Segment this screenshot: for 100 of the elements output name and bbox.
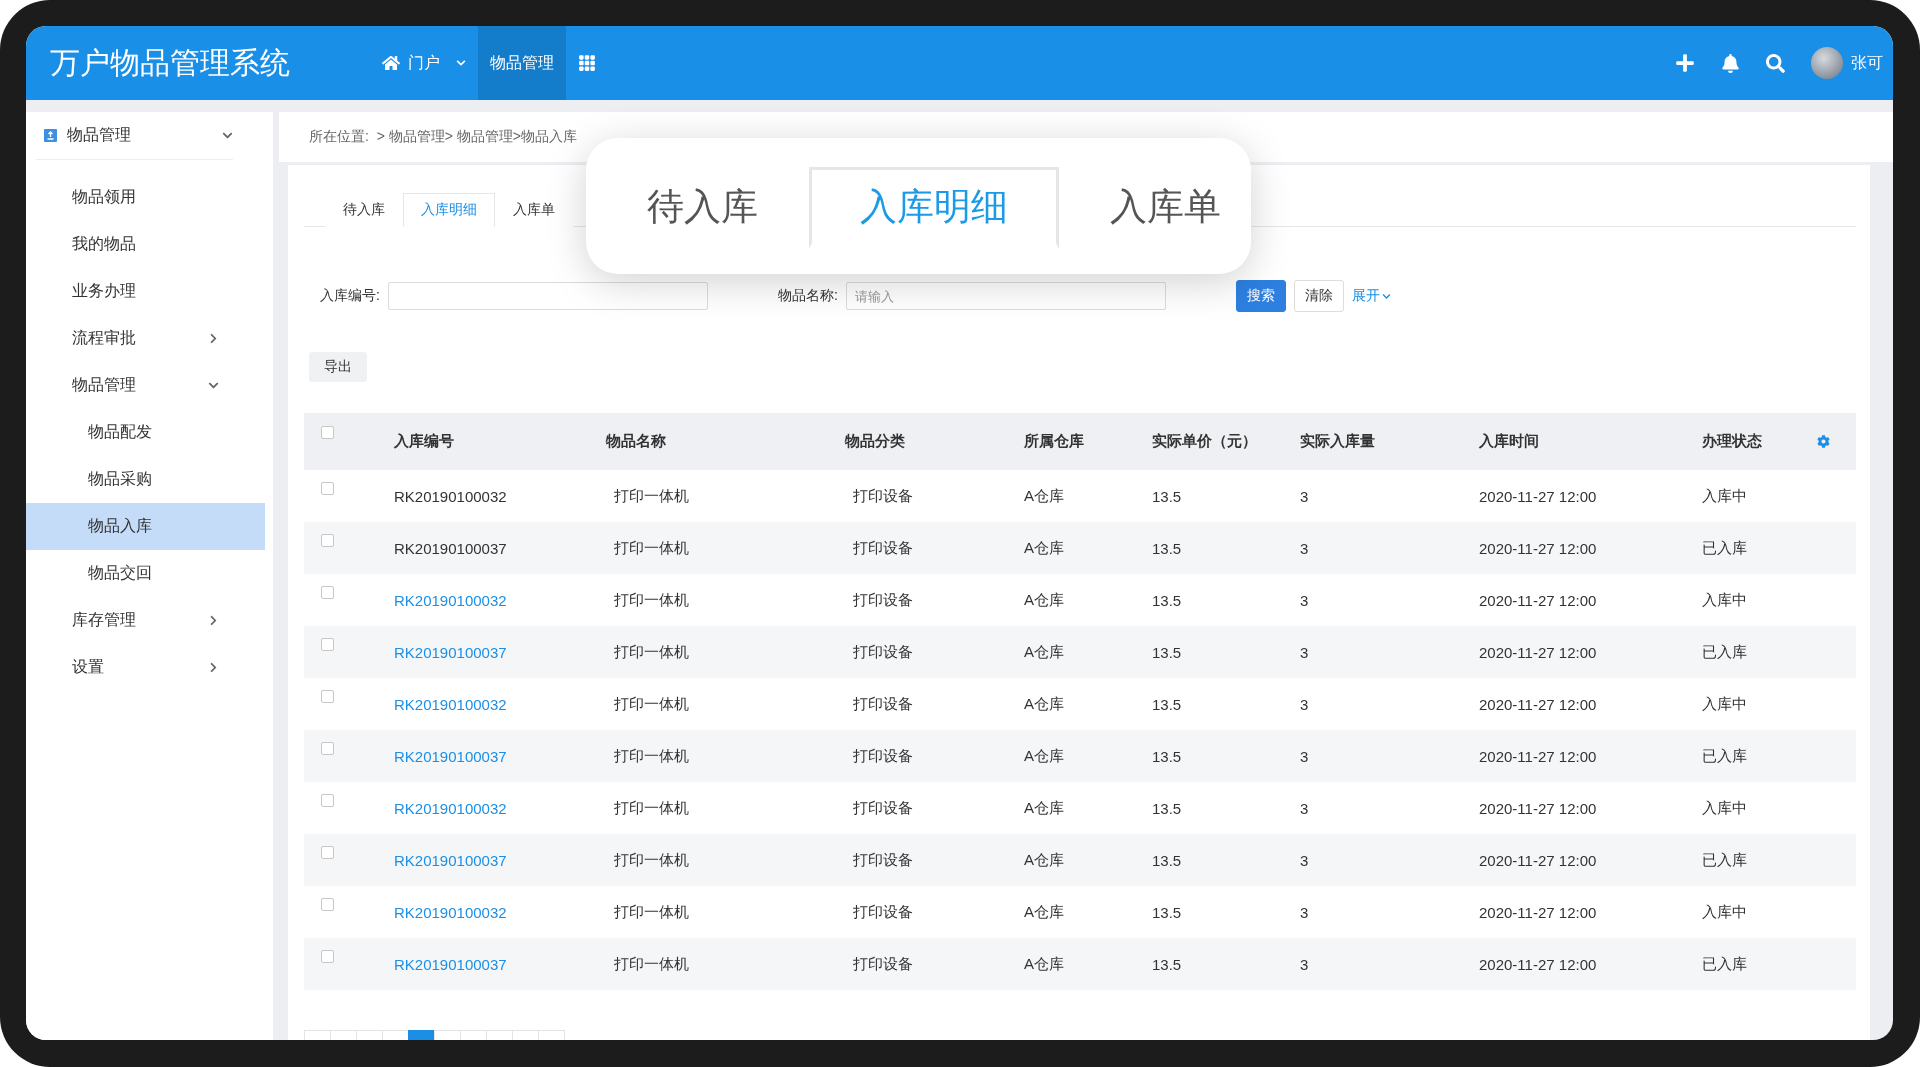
- table-cell-text: A仓库: [1024, 538, 1065, 558]
- record-link[interactable]: RK20190100032: [394, 903, 606, 921]
- table-cell-text: A仓库: [1024, 694, 1065, 714]
- table-cell-text: 已入库: [1702, 850, 1748, 870]
- search-button[interactable]: 搜索: [1235, 280, 1286, 312]
- column-header: 入库编号: [394, 432, 455, 451]
- sidebar-item[interactable]: 物品管理: [26, 362, 265, 409]
- sidebar-item[interactable]: 设置: [26, 644, 265, 691]
- table-cell-text: 已入库: [1702, 538, 1748, 558]
- sidebar-item[interactable]: 我的物品: [26, 221, 265, 268]
- search-icon[interactable]: [1766, 53, 1785, 73]
- record-link[interactable]: RK20190100032: [394, 591, 606, 609]
- table-cell-text: 已入库: [1702, 746, 1748, 766]
- input-field[interactable]: [387, 282, 708, 310]
- column-header: 所属仓库: [1024, 432, 1085, 451]
- input-field[interactable]: 请输入: [845, 282, 1166, 310]
- sidebar-item[interactable]: 库存管理: [26, 597, 265, 644]
- table-cell-text: A仓库: [1024, 642, 1065, 662]
- checkbox[interactable]: [321, 846, 334, 859]
- module-icon: [44, 129, 57, 142]
- table-cell-text: 2020-11-27 12:00: [1479, 955, 1598, 973]
- bell-icon[interactable]: [1721, 53, 1740, 73]
- table-cell-text: 打印设备: [852, 590, 914, 610]
- sidebar-item[interactable]: 物品交回: [26, 550, 265, 597]
- table-cell-text: 打印设备: [852, 902, 914, 922]
- checkbox[interactable]: [321, 586, 334, 599]
- table-cell-text: 13.5: [1152, 747, 1183, 765]
- table-cell-text: 打印一体机: [613, 538, 690, 558]
- table-cell-text: 13.5: [1152, 539, 1183, 557]
- table-cell-text: RK20190100032: [394, 487, 508, 505]
- field-label: 物品名称:: [777, 287, 838, 305]
- home-icon: [382, 54, 400, 72]
- table-cell-text: 3: [1300, 643, 1310, 661]
- table-cell-text: 2020-11-27 12:00: [1479, 799, 1598, 817]
- table-cell-text: 2020-11-27 12:00: [1479, 747, 1598, 765]
- clear-button[interactable]: 清除: [1293, 280, 1344, 312]
- tab[interactable]: 入库单: [1059, 167, 1251, 249]
- table-cell-text: A仓库: [1024, 590, 1065, 610]
- tab[interactable]: 入库明细: [403, 193, 495, 227]
- table-cell-text: 13.5: [1152, 643, 1183, 661]
- nav-item[interactable]: 物品管理: [478, 26, 566, 100]
- checkbox[interactable]: [321, 534, 334, 547]
- export-button[interactable]: 导出: [309, 352, 367, 382]
- table-cell-text: 13.5: [1152, 591, 1183, 609]
- column-header: 物品分类: [845, 432, 906, 451]
- sidebar-item[interactable]: 物品配发: [26, 409, 265, 456]
- checkbox[interactable]: [321, 898, 334, 911]
- table-cell-text: 2020-11-27 12:00: [1479, 591, 1598, 609]
- table-cell-text: 13.5: [1152, 799, 1183, 817]
- checkbox[interactable]: [321, 426, 334, 439]
- table-cell-text: 打印设备: [852, 642, 914, 662]
- column-header: 物品名称: [606, 432, 667, 451]
- module-selector[interactable]: 物品管理: [36, 112, 233, 160]
- table-cell-text: 打印一体机: [613, 902, 690, 922]
- checkbox[interactable]: [321, 638, 334, 651]
- table-cell-text: 打印设备: [852, 694, 914, 714]
- sidebar-item[interactable]: 物品入库: [26, 503, 265, 550]
- sidebar-item[interactable]: 物品领用: [26, 174, 265, 221]
- table-cell-text: A仓库: [1024, 954, 1065, 974]
- table-cell-text: 2020-11-27 12:00: [1479, 539, 1598, 557]
- checkbox[interactable]: [321, 690, 334, 703]
- avatar[interactable]: [1811, 47, 1843, 79]
- sidebar-item[interactable]: 流程审批: [26, 315, 265, 362]
- column-header: 实际入库量: [1300, 432, 1376, 451]
- record-link[interactable]: RK20190100032: [394, 695, 606, 713]
- table-cell-text: 打印设备: [852, 798, 914, 818]
- settings-icon[interactable]: [1817, 435, 1830, 448]
- table-cell-text: 打印一体机: [613, 486, 690, 506]
- sidebar-item[interactable]: 物品采购: [26, 456, 265, 503]
- table-cell-text: 打印一体机: [613, 850, 690, 870]
- caret-icon: [456, 58, 466, 68]
- field-label: 入库编号:: [320, 287, 380, 305]
- app-title: 万户物品管理系统: [50, 44, 291, 81]
- table-cell-text: 已入库: [1702, 642, 1748, 662]
- table-cell-text: 2020-11-27 12:00: [1479, 643, 1598, 661]
- table-cell-text: 3: [1300, 591, 1310, 609]
- table-cell-text: 入库中: [1702, 590, 1748, 610]
- table-cell-text: 已入库: [1702, 954, 1748, 974]
- record-link[interactable]: RK20190100032: [394, 799, 606, 817]
- expand-link[interactable]: 展开: [1351, 287, 1391, 305]
- table-cell-text: 打印设备: [852, 538, 914, 558]
- table-cell-text: 2020-11-27 12:00: [1479, 851, 1598, 869]
- table-cell-text: 2020-11-27 12:00: [1479, 487, 1598, 505]
- checkbox[interactable]: [321, 950, 334, 963]
- checkbox[interactable]: [321, 482, 334, 495]
- table-cell-text: 打印一体机: [613, 590, 690, 610]
- table-cell-text: 打印设备: [852, 954, 914, 974]
- table-cell-text: A仓库: [1024, 798, 1065, 818]
- table-cell-text: 2020-11-27 12:00: [1479, 695, 1598, 713]
- checkbox[interactable]: [321, 794, 334, 807]
- add-icon[interactable]: [1675, 53, 1695, 73]
- sidebar-item[interactable]: 业务办理: [26, 268, 265, 315]
- table-cell-text: 打印一体机: [613, 798, 690, 818]
- table-cell-text: 打印设备: [852, 486, 914, 506]
- checkbox[interactable]: [321, 742, 334, 755]
- table-cell-text: A仓库: [1024, 902, 1065, 922]
- table-cell-text: 打印一体机: [613, 746, 690, 766]
- table-cell-text: 13.5: [1152, 695, 1183, 713]
- table-cell-text: 3: [1300, 747, 1310, 765]
- table-cell-text: 3: [1300, 903, 1310, 921]
